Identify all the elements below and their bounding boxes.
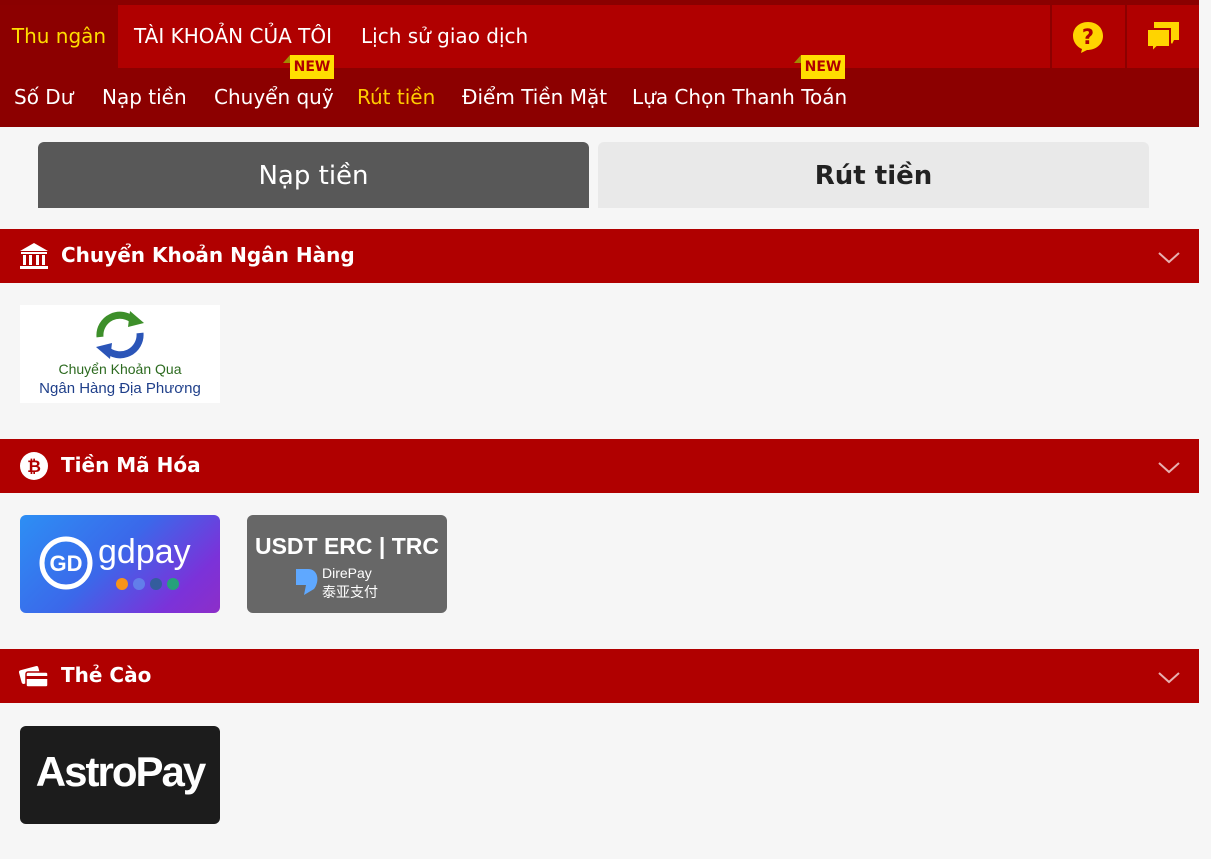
chevron-down-icon[interactable] — [1157, 455, 1181, 479]
method-line1: Chuyển Khoản Qua — [58, 361, 182, 377]
withdraw-toggle-button[interactable]: Rút tiền — [598, 142, 1149, 208]
bitcoin-icon: ₿ — [20, 452, 48, 480]
method-line2: Ngân Hàng Địa Phương — [39, 380, 201, 397]
chat-button[interactable] — [1125, 5, 1198, 68]
top-bar: Thu ngân TÀI KHOẢN CỦA TÔI Lịch sử giao … — [0, 0, 1199, 68]
subnav-withdraw[interactable]: Rút tiền — [357, 68, 435, 127]
chevron-down-icon[interactable] — [1157, 665, 1181, 689]
section-bank-transfer[interactable]: Chuyển Khoản Ngân Hàng — [0, 229, 1199, 283]
refresh-logo-icon — [96, 311, 144, 359]
card-icon — [18, 666, 49, 688]
section-cards[interactable]: Thẻ Cào — [0, 649, 1199, 703]
direpay-logo-icon — [296, 569, 318, 595]
chat-icon — [1145, 21, 1179, 54]
section-title: Chuyển Khoản Ngân Hàng — [61, 243, 355, 267]
section-crypto[interactable]: ₿ Tiền Mã Hóa — [0, 439, 1199, 493]
payment-method-local-bank[interactable]: Chuyển Khoản Qua Ngân Hàng Địa Phương — [20, 305, 220, 403]
subnav-balance[interactable]: Số Dư — [14, 68, 73, 127]
payment-method-astropay[interactable]: AstroPay — [20, 726, 220, 824]
chevron-down-icon[interactable] — [1157, 245, 1181, 269]
tab-cashier[interactable]: Thu ngân — [0, 5, 118, 68]
new-badge: NEW — [794, 55, 845, 79]
crypto-coins-icon — [116, 578, 179, 590]
payment-method-gdpay[interactable]: GD gdpay — [20, 515, 220, 613]
direpay-cn-name: 泰亚支付 — [322, 585, 378, 601]
svg-text:₿: ₿ — [27, 457, 41, 477]
section-title: Tiền Mã Hóa — [61, 453, 201, 477]
subnav-cash-points[interactable]: Điểm Tiền Mặt — [462, 68, 607, 127]
help-button[interactable]: ? — [1050, 5, 1123, 68]
svg-text:GD: GD — [50, 551, 83, 576]
direpay-name: DirePay — [322, 565, 372, 581]
bank-icon — [20, 243, 48, 269]
astropay-brand: AstroPay — [35, 748, 206, 795]
gdpay-brand: gdpay — [98, 533, 191, 571]
payment-method-usdt[interactable]: USDT ERC | TRC DirePay 泰亚支付 — [247, 515, 447, 613]
svg-text:?: ? — [1081, 25, 1093, 49]
deposit-toggle-button[interactable]: Nạp tiền — [38, 142, 589, 208]
sub-nav: Số Dư Nạp tiền Chuyển quỹ NEW Rút tiền Đ… — [0, 55, 1199, 127]
gdpay-logo-icon: GD — [39, 536, 93, 590]
subnav-deposit[interactable]: Nạp tiền — [102, 68, 187, 127]
tab-transaction-history[interactable]: Lịch sử giao dịch — [361, 5, 528, 68]
usdt-title: USDT ERC | TRC — [254, 533, 440, 559]
help-icon: ? — [1072, 21, 1103, 53]
new-badge: NEW — [283, 55, 334, 79]
section-title: Thẻ Cào — [61, 663, 152, 687]
